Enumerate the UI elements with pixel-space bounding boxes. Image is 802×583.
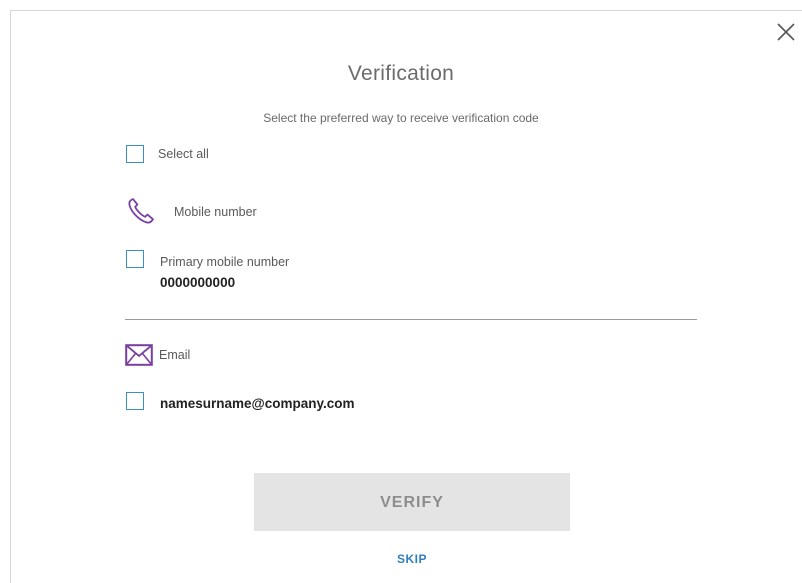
email-heading: Email: [159, 348, 191, 362]
email-checkbox[interactable]: [126, 392, 144, 410]
close-icon: [777, 23, 795, 41]
primary-mobile-checkbox[interactable]: [126, 250, 144, 268]
primary-mobile-label: Primary mobile number: [160, 255, 290, 269]
phone-icon: [126, 196, 156, 226]
dialog-title: Verification: [347, 62, 455, 85]
primary-mobile-value: 0000000000: [160, 275, 236, 290]
verify-button[interactable]: VERIFY: [254, 473, 570, 531]
skip-link[interactable]: SKIP: [0, 552, 802, 566]
mobile-number-heading: Mobile number: [174, 205, 257, 219]
select-all-checkbox[interactable]: [126, 145, 144, 163]
dialog-subtitle: Select the preferred way to receive veri…: [263, 111, 539, 125]
section-divider: [125, 319, 697, 320]
envelope-icon: [125, 344, 153, 366]
close-button[interactable]: [776, 22, 796, 42]
email-value: namesurname@company.com: [160, 396, 355, 411]
select-all-label: Select all: [158, 147, 209, 161]
